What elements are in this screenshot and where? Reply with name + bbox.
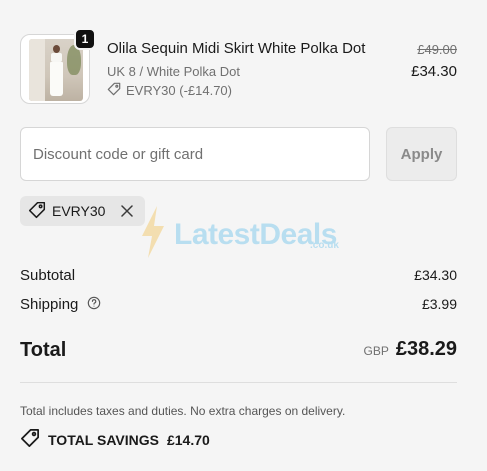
tag-icon [28,201,46,222]
product-name: Olila Sequin Midi Skirt White Polka Dot [107,40,366,57]
close-icon[interactable] [119,203,135,219]
watermark-subtext: .co.uk [310,240,339,251]
tag-icon [20,428,40,451]
original-price: £49.00 [417,42,457,57]
currency-code: GBP [363,344,389,358]
shipping-row: Shipping £3.99 [20,296,457,314]
product-variant: UK 8 / White Polka Dot [107,64,240,79]
savings-value: £14.70 [166,431,210,448]
product-discount: EVRY30 (-£14.70) [107,82,232,99]
applied-code-label: EVRY30 [52,203,106,219]
divider [20,382,457,383]
discount-code-input[interactable] [20,127,370,181]
discount-form: Apply [20,127,457,181]
lightning-icon [140,206,166,263]
product-discount-label: EVRY30 (-£14.70) [126,83,232,98]
total-savings: TOTAL SAVINGS £14.70 [20,428,210,451]
shipping-value: £3.99 [421,296,457,312]
total-label: Total [20,339,67,361]
total-row: Total GBP £38.29 [20,338,457,364]
watermark-logo: LatestDeals .co.uk [140,206,339,263]
quantity-badge: 1 [74,28,96,50]
apply-button[interactable]: Apply [386,127,457,181]
tag-icon [107,82,121,99]
info-icon[interactable] [87,296,101,314]
shipping-label: Shipping [20,296,79,313]
subtotal-label: Subtotal [20,267,76,284]
subtotal-row: Subtotal £34.30 [20,267,457,284]
applied-code-tag: EVRY30 [20,196,146,226]
savings-label: TOTAL SAVINGS [48,431,159,448]
taxes-note: Total includes taxes and duties. No extr… [20,404,346,418]
product-price: £34.30 [411,63,457,80]
cart-line-item: 1 Olila Sequin Midi Skirt White Polka Do… [20,28,457,104]
total-amount: £38.29 [395,338,457,360]
subtotal-value: £34.30 [414,267,457,283]
